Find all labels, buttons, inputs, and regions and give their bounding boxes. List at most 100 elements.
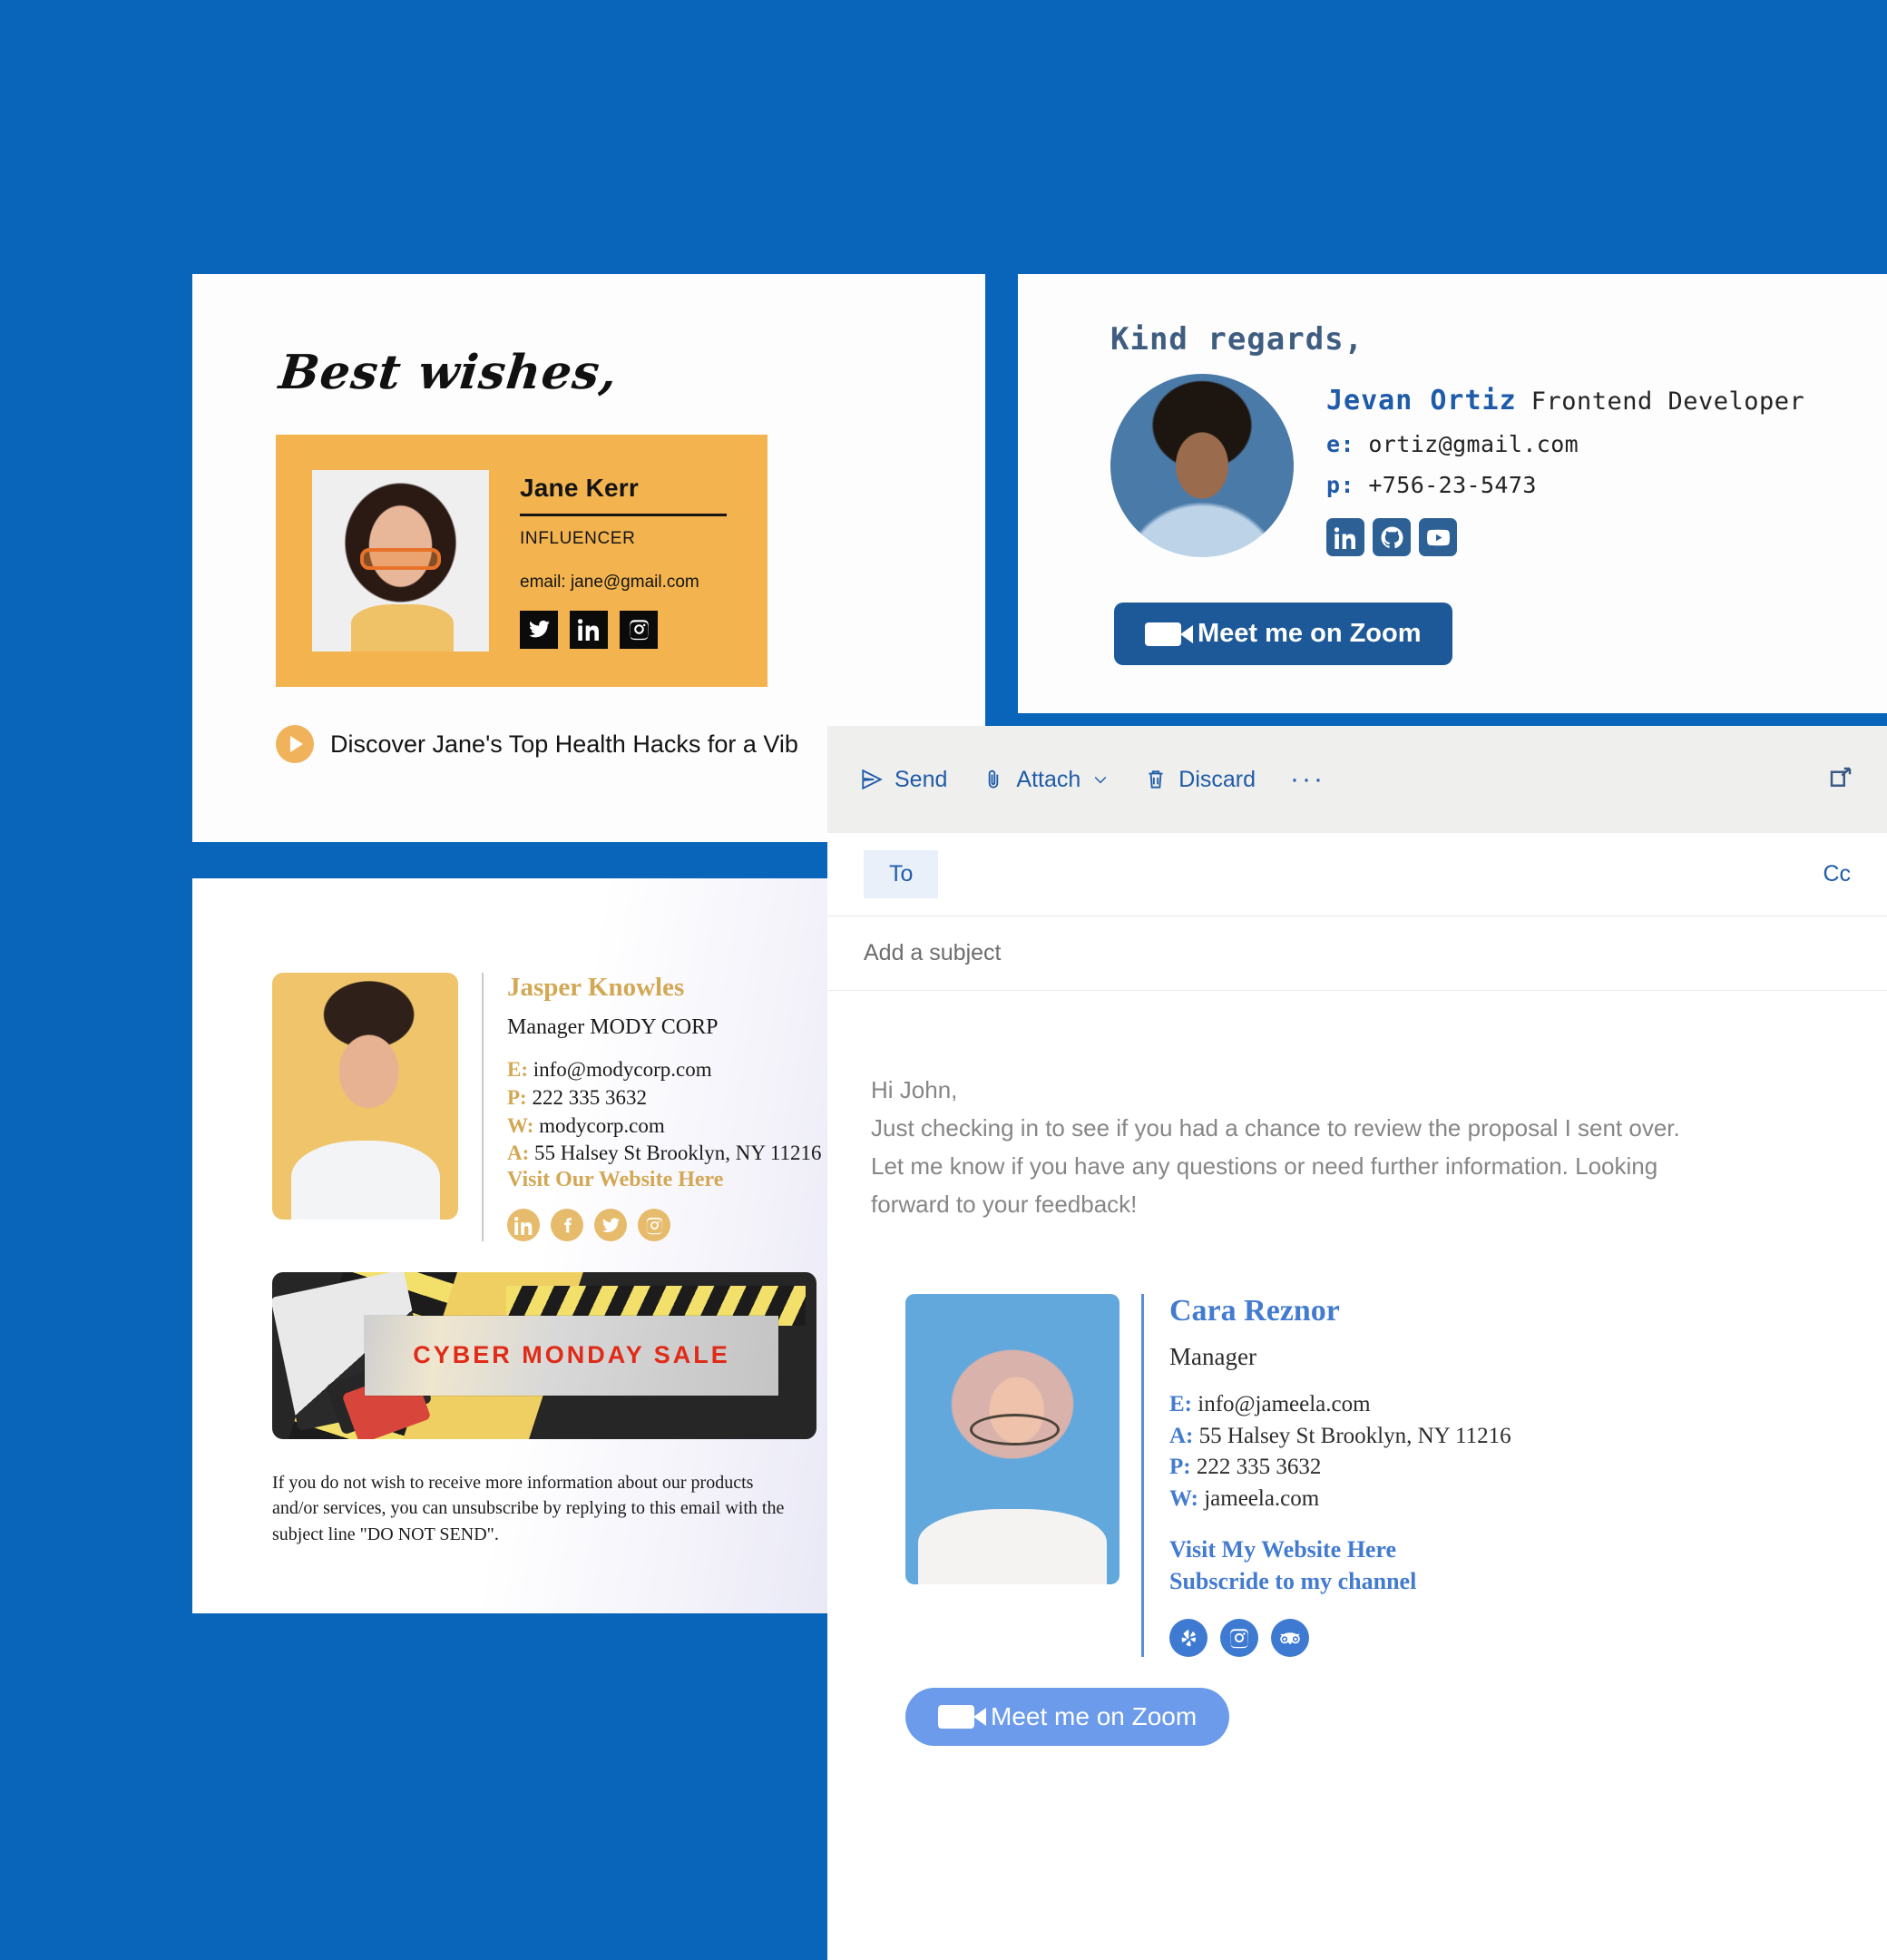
divider-rule bbox=[520, 513, 727, 516]
discard-label: Discard bbox=[1178, 766, 1256, 792]
phone-label: p: bbox=[1326, 472, 1354, 498]
contact-row-phone: P: 222 335 3632 bbox=[1169, 1455, 1322, 1480]
jasper-name: Jasper Knowles bbox=[507, 973, 685, 1002]
contact-row-web: W: jameela.com bbox=[1169, 1485, 1320, 1511]
jane-details: Jane Kerr INFLUENCER email: jane@gmail.c… bbox=[520, 474, 727, 649]
jevan-details: Jevan Ortiz Frontend Developer e: ortiz@… bbox=[1326, 385, 1804, 556]
contact-row-address: A: 55 Halsey St Brooklyn, NY 11216 bbox=[507, 1142, 822, 1165]
cara-contact-list: E: info@jameela.com A: 55 Halsey St Broo… bbox=[1169, 1389, 1511, 1514]
jasper-details: Jasper Knowles Manager MODY CORP E: info… bbox=[482, 973, 821, 1242]
cc-link[interactable]: Cc bbox=[1823, 861, 1851, 887]
linkedin-icon[interactable] bbox=[1326, 518, 1364, 556]
signature-panel-jasper: Jasper Knowles Manager MODY CORP E: info… bbox=[192, 878, 827, 1613]
play-icon[interactable] bbox=[276, 725, 314, 763]
linkedin-icon[interactable] bbox=[570, 610, 608, 649]
more-options-button[interactable]: ··· bbox=[1290, 764, 1325, 795]
zoom-button-label: Meet me on Zoom bbox=[991, 1702, 1198, 1731]
twitter-icon[interactable] bbox=[520, 610, 558, 649]
facebook-icon[interactable] bbox=[551, 1209, 583, 1242]
subscribe-channel-link[interactable]: Subscride to my channel bbox=[1169, 1566, 1511, 1597]
video-camera-icon bbox=[938, 1705, 986, 1730]
cara-social-links bbox=[1169, 1619, 1511, 1658]
signoff-text: Kind regards, bbox=[1110, 321, 1364, 358]
jevan-name: Jevan Ortiz bbox=[1326, 385, 1517, 416]
visit-website-link[interactable]: Visit My Website Here bbox=[1169, 1534, 1511, 1565]
instagram-icon[interactable] bbox=[620, 610, 658, 649]
contact-row-phone: P: 222 335 3632 bbox=[507, 1085, 647, 1109]
jane-signature-card: Jane Kerr INFLUENCER email: jane@gmail.c… bbox=[276, 435, 768, 687]
compose-toolbar: Send Attach Discard ··· bbox=[827, 726, 1887, 833]
banner-text-accent: SALE bbox=[653, 1341, 730, 1369]
contact-row-email: E: info@modycorp.com bbox=[507, 1058, 712, 1081]
sunglasses-shape bbox=[359, 548, 442, 570]
contact-row-address: A: 55 Halsey St Brooklyn, NY 11216 bbox=[1169, 1423, 1511, 1448]
jane-email: email: jane@gmail.com bbox=[520, 572, 699, 592]
jevan-email: ortiz@gmail.com bbox=[1368, 431, 1579, 457]
to-field-row[interactable]: To Cc bbox=[827, 833, 1887, 916]
popout-icon[interactable] bbox=[1827, 764, 1854, 796]
jasper-signature-card: Jasper Knowles Manager MODY CORP E: info… bbox=[272, 973, 821, 1242]
meet-me-on-zoom-button-jevan[interactable]: Meet me on Zoom bbox=[1114, 603, 1452, 665]
visit-website-link[interactable]: Visit Our Website Here bbox=[507, 1168, 723, 1191]
jane-promo-row[interactable]: Discover Jane's Top Health Hacks for a V… bbox=[276, 725, 798, 763]
linkedin-icon[interactable] bbox=[507, 1209, 540, 1242]
cara-avatar bbox=[905, 1294, 1119, 1585]
jevan-social-links bbox=[1326, 518, 1804, 556]
jasper-role: Manager MODY CORP bbox=[507, 1015, 719, 1039]
jevan-phone: +756-23-5473 bbox=[1368, 472, 1537, 498]
trash-icon bbox=[1149, 770, 1163, 789]
youtube-icon[interactable] bbox=[1419, 518, 1457, 556]
subject-field[interactable]: Add a subject bbox=[827, 916, 1887, 991]
jasper-contact-list: E: info@modycorp.com P: 222 335 3632 W: … bbox=[507, 1056, 821, 1168]
zoom-button-label: Meet me on Zoom bbox=[1198, 619, 1422, 648]
contact-row-web: W: modycorp.com bbox=[507, 1113, 665, 1137]
video-camera-icon bbox=[1145, 622, 1193, 646]
cara-details: Cara Reznor Manager E: info@jameela.com … bbox=[1141, 1294, 1511, 1658]
jane-social-links bbox=[520, 610, 727, 649]
send-label: Send bbox=[895, 766, 948, 792]
body-greeting: Hi John, bbox=[871, 1076, 958, 1103]
jevan-email-row: e: ortiz@gmail.com bbox=[1326, 431, 1804, 457]
cara-role: Manager bbox=[1169, 1343, 1256, 1371]
attach-button[interactable]: Attach bbox=[982, 767, 1110, 793]
attach-label: Attach bbox=[1016, 766, 1081, 792]
discard-button[interactable]: Discard bbox=[1144, 767, 1256, 793]
cara-links: Visit My Website Here Subscride to my ch… bbox=[1169, 1534, 1511, 1597]
jevan-phone-row: p: +756-23-5473 bbox=[1326, 472, 1804, 498]
github-icon[interactable] bbox=[1373, 518, 1411, 556]
banner-text-main: CYBER MONDAY bbox=[413, 1341, 654, 1369]
yelp-icon[interactable] bbox=[1169, 1619, 1207, 1658]
screenshot-canvas: Best wishes, Jane Kerr INFLUENCER email:… bbox=[0, 0, 1887, 1960]
send-icon bbox=[862, 769, 883, 790]
email-body[interactable]: Hi John, Just checking in to see if you … bbox=[827, 991, 1887, 1747]
jane-avatar bbox=[312, 470, 489, 652]
instagram-icon[interactable] bbox=[1220, 1619, 1258, 1658]
to-label[interactable]: To bbox=[864, 850, 939, 898]
banner-text: CYBER MONDAY SALE bbox=[413, 1341, 730, 1369]
cyber-monday-banner[interactable]: CYBER MONDAY SALE bbox=[272, 1272, 816, 1439]
chevron-down-icon bbox=[1094, 776, 1107, 784]
banner-text-plate: CYBER MONDAY SALE bbox=[365, 1315, 778, 1396]
contact-row-email: E: info@jameela.com bbox=[1169, 1392, 1371, 1417]
unsubscribe-disclaimer: If you do not wish to receive more infor… bbox=[272, 1473, 785, 1544]
cara-name: Cara Reznor bbox=[1169, 1294, 1340, 1328]
jane-name: Jane Kerr bbox=[520, 473, 639, 502]
twitter-icon[interactable] bbox=[594, 1209, 627, 1242]
send-button[interactable]: Send bbox=[860, 767, 947, 793]
jane-role: INFLUENCER bbox=[520, 528, 636, 548]
signoff-text: Best wishes, bbox=[276, 345, 621, 400]
email-label: e: bbox=[1326, 431, 1354, 457]
tripadvisor-icon[interactable] bbox=[1271, 1619, 1309, 1658]
jevan-role: Frontend Developer bbox=[1530, 387, 1805, 416]
eyeglasses-shape bbox=[969, 1413, 1060, 1446]
jasper-avatar bbox=[272, 973, 458, 1220]
email-compose-window: Send Attach Discard ··· To Cc Add a subj… bbox=[827, 726, 1887, 1960]
jevan-avatar bbox=[1110, 374, 1294, 557]
jasper-social-links bbox=[507, 1209, 821, 1242]
paperclip-icon bbox=[989, 769, 999, 789]
cara-signature-card: Cara Reznor Manager E: info@jameela.com … bbox=[905, 1294, 1843, 1658]
meet-me-on-zoom-button-cara[interactable]: Meet me on Zoom bbox=[905, 1688, 1230, 1747]
instagram-icon[interactable] bbox=[638, 1209, 670, 1242]
body-paragraph: Just checking in to see if you had a cha… bbox=[871, 1114, 1680, 1219]
promo-text: Discover Jane's Top Health Hacks for a V… bbox=[330, 730, 798, 758]
